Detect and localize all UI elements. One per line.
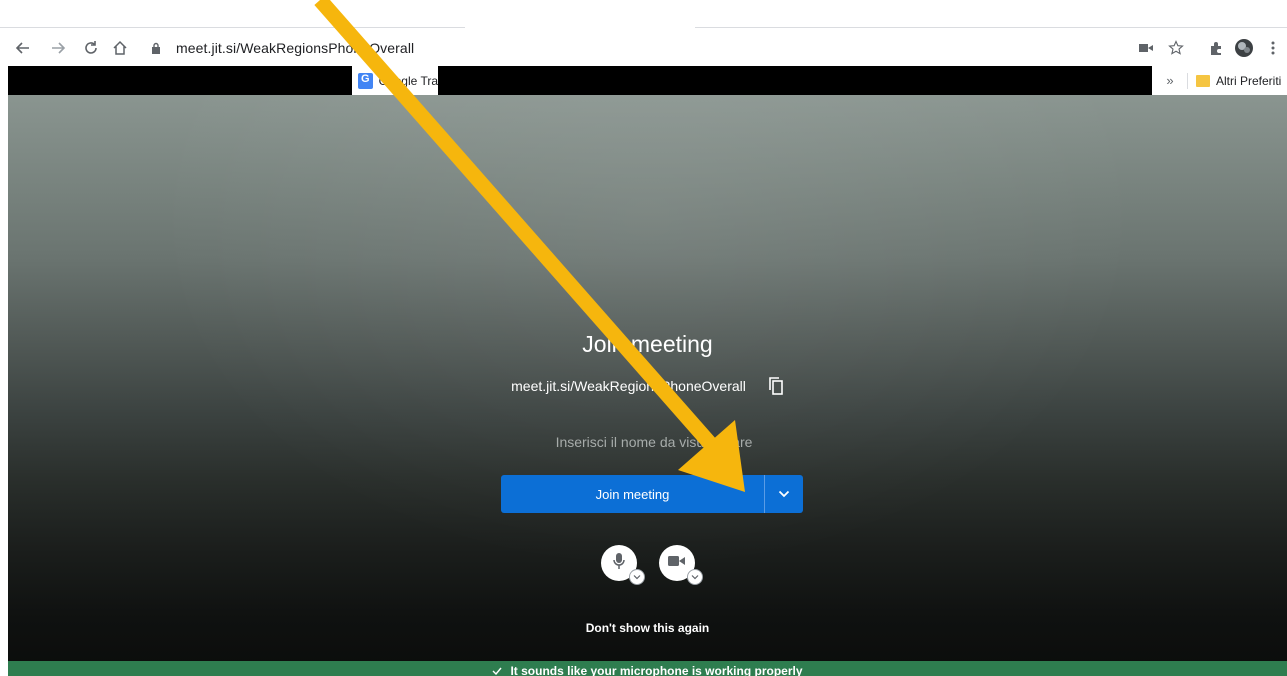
bookmarks-separator bbox=[1187, 73, 1188, 89]
forward-icon[interactable] bbox=[47, 37, 69, 59]
tab-strip-divider bbox=[695, 27, 1287, 28]
page-title: Join meeting bbox=[582, 331, 713, 357]
camera-options-chevron[interactable] bbox=[686, 569, 703, 585]
lock-icon[interactable] bbox=[148, 40, 164, 56]
mic-status-banner: It sounds like your microphone is workin… bbox=[8, 661, 1287, 676]
join-button-group: Join meeting bbox=[501, 475, 803, 513]
copy-icon[interactable] bbox=[768, 377, 784, 395]
home-icon[interactable] bbox=[109, 37, 131, 59]
bookmarks-bar: Google Tra » Altri Preferiti bbox=[0, 66, 1287, 95]
chevron-down-icon bbox=[778, 485, 790, 503]
bookmark-folder-altri-preferiti[interactable]: Altri Preferiti bbox=[1196, 66, 1281, 95]
microphone-options-chevron[interactable] bbox=[628, 569, 645, 585]
video-camera-icon bbox=[667, 554, 686, 572]
microphone-toggle[interactable] bbox=[600, 545, 645, 585]
bookmarks-overflow-button[interactable]: » bbox=[1160, 66, 1180, 95]
bookmark-label: Google Tra bbox=[378, 73, 438, 88]
browser-toolbar: meet.jit.si/WeakRegionsPhoneOverall bbox=[0, 33, 1287, 63]
bookmark-folder-label: Altri Preferiti bbox=[1216, 73, 1282, 88]
join-options-dropdown[interactable] bbox=[765, 475, 803, 513]
redacted-bookmarks bbox=[8, 66, 352, 95]
camera-status-icon[interactable] bbox=[1135, 37, 1157, 59]
redacted-bookmarks bbox=[438, 66, 1152, 95]
dont-show-again-link[interactable]: Don't show this again bbox=[8, 621, 1287, 635]
star-icon[interactable] bbox=[1165, 37, 1187, 59]
join-meeting-button[interactable]: Join meeting bbox=[501, 475, 764, 513]
microphone-icon bbox=[612, 552, 626, 575]
prejoin-screen: Join meeting meet.jit.si/WeakRegionsPhon… bbox=[8, 95, 1287, 676]
back-icon[interactable] bbox=[12, 37, 34, 59]
tab-strip-divider bbox=[0, 27, 465, 28]
google-translate-icon bbox=[358, 72, 373, 89]
mic-status-text: It sounds like your microphone is workin… bbox=[510, 664, 803, 676]
camera-toggle[interactable] bbox=[658, 545, 703, 585]
reload-icon[interactable] bbox=[80, 37, 102, 59]
room-url-row: meet.jit.si/WeakRegionsPhoneOverall bbox=[8, 377, 1287, 395]
folder-icon bbox=[1196, 74, 1210, 87]
extensions-icon[interactable] bbox=[1205, 37, 1227, 59]
menu-icon[interactable] bbox=[1264, 37, 1282, 59]
tab-strip bbox=[0, 0, 1287, 30]
media-controls bbox=[8, 545, 1287, 585]
profile-avatar-icon[interactable] bbox=[1232, 37, 1256, 59]
display-name-input[interactable] bbox=[501, 427, 807, 457]
bookmark-google-translate[interactable]: Google Tra bbox=[352, 66, 438, 95]
url-text[interactable]: meet.jit.si/WeakRegionsPhoneOverall bbox=[176, 40, 414, 56]
room-url: meet.jit.si/WeakRegionsPhoneOverall bbox=[511, 378, 746, 394]
check-icon bbox=[492, 664, 503, 676]
address-bar[interactable]: meet.jit.si/WeakRegionsPhoneOverall bbox=[142, 35, 1117, 61]
